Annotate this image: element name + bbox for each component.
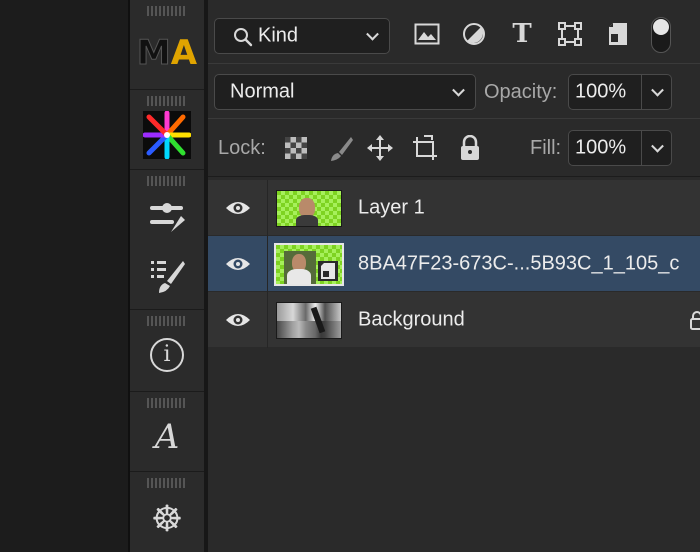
chevron-down-icon [651, 139, 664, 153]
blend-mode-select[interactable]: Normal [214, 74, 476, 110]
canvas-area [0, 0, 128, 552]
eye-icon [225, 258, 250, 270]
visibility-toggle[interactable] [208, 180, 268, 236]
lock-all-icon[interactable] [456, 134, 484, 162]
eye-icon [225, 202, 250, 214]
layer-lock-icon [690, 311, 700, 330]
ma-letter-a: A [170, 33, 198, 73]
smart-object-thumbnail[interactable] [274, 243, 344, 286]
ship-wheel-icon[interactable]: ☸ [142, 494, 192, 544]
opacity-dropdown[interactable] [642, 74, 672, 110]
chevron-down-icon [452, 83, 465, 97]
layer-name[interactable]: Background [358, 308, 465, 331]
fill-label: Fill: [530, 137, 562, 159]
smart-object-filter-icon[interactable] [604, 20, 632, 48]
shape-filter-icon[interactable] [556, 20, 584, 48]
lock-artboard-icon[interactable] [411, 134, 439, 162]
panel-toolstrip: MA i A ☸ [130, 0, 204, 552]
search-icon [234, 28, 253, 47]
fill-input[interactable]: 100% [568, 130, 642, 166]
lock-transparent-icon[interactable] [282, 134, 310, 162]
image-filter-icon[interactable] [413, 20, 441, 48]
grip-handle[interactable] [147, 398, 187, 408]
filter-bar: Kind T [208, 0, 700, 64]
layer-row[interactable]: Layer 1 [208, 180, 700, 236]
chevron-down-icon [366, 27, 379, 41]
smart-object-badge-icon [318, 261, 338, 281]
type-filter-glyph: T [512, 19, 532, 49]
info-glyph: i [163, 342, 171, 367]
color-star-icon[interactable] [142, 110, 192, 160]
eye-icon [225, 314, 250, 326]
kind-select[interactable]: Kind [214, 18, 390, 54]
filter-toggle-icon[interactable] [648, 16, 674, 54]
adjust-brush-cell [130, 170, 204, 310]
info-cell[interactable]: i [130, 310, 204, 392]
opacity-input[interactable]: 100% [568, 74, 642, 110]
layer-name[interactable]: 8BA47F23-673C-...5B93C_1_105_c [358, 252, 679, 275]
blend-mode-label: Normal [230, 80, 295, 103]
layers-panel: Kind T Normal Opacity: 100% Lock: Fill: … [208, 0, 700, 552]
blend-bar: Normal Opacity: 100% [208, 64, 700, 119]
color-star-cell[interactable] [130, 90, 204, 170]
type-filter-icon[interactable]: T [508, 19, 536, 49]
ma-plugin-cell[interactable]: MA [130, 0, 204, 90]
grip-handle[interactable] [147, 96, 187, 106]
background-thumbnail[interactable] [276, 302, 342, 339]
layer-name[interactable]: Layer 1 [358, 196, 425, 219]
lock-label: Lock: [218, 137, 266, 159]
brush-list-icon[interactable] [142, 250, 192, 300]
ma-plugin-icon[interactable]: MA [136, 28, 197, 78]
ma-letter-m: M [136, 33, 171, 74]
fill-dropdown[interactable] [642, 130, 672, 166]
layer-row-selected[interactable]: 8BA47F23-673C-...5B93C_1_105_c [208, 236, 700, 292]
glyphs-icon[interactable]: A [142, 412, 192, 462]
grip-handle[interactable] [147, 478, 187, 488]
glyphs-cell[interactable]: A [130, 392, 204, 472]
chevron-down-icon [651, 83, 664, 97]
ship-wheel-cell[interactable]: ☸ [130, 472, 204, 552]
lock-paint-icon[interactable] [326, 134, 354, 162]
lock-position-icon[interactable] [366, 134, 394, 162]
glyphs-glyph: A [154, 417, 180, 457]
fill-value: 100% [575, 136, 627, 159]
visibility-toggle[interactable] [208, 236, 268, 292]
adjustment-filter-icon[interactable] [460, 20, 488, 48]
layer-thumbnail[interactable] [276, 190, 342, 227]
info-icon[interactable]: i [142, 330, 192, 380]
lock-bar: Lock: Fill: 100% [208, 119, 700, 177]
layer-row[interactable]: Background [208, 292, 700, 348]
visibility-toggle[interactable] [208, 292, 268, 348]
ship-wheel-glyph: ☸ [150, 498, 184, 540]
grip-handle[interactable] [147, 176, 187, 186]
grip-handle[interactable] [147, 6, 187, 16]
kind-label: Kind [258, 24, 299, 47]
grip-handle[interactable] [147, 316, 187, 326]
opacity-label: Opacity: [484, 81, 558, 103]
opacity-value: 100% [575, 80, 627, 103]
adjustments-icon[interactable] [142, 192, 192, 242]
